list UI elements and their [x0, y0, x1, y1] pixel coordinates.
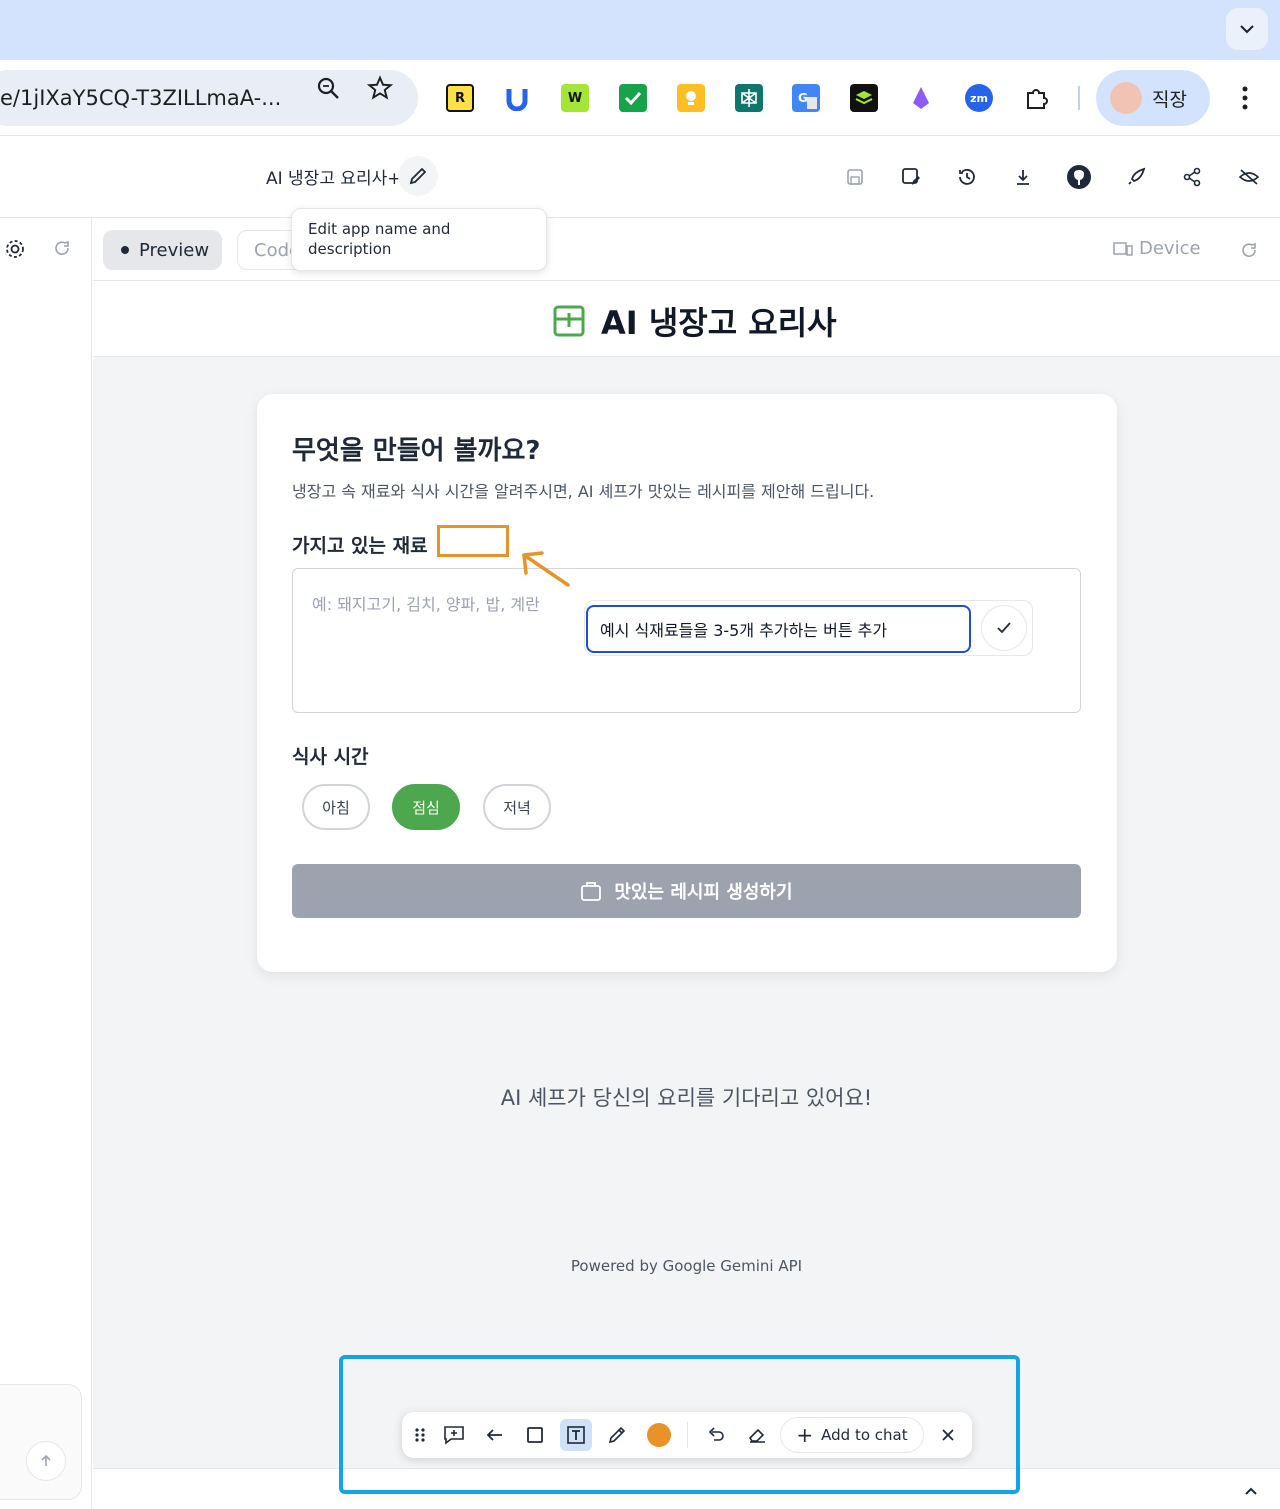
browser-toolbar: e/1jIXaY5CQ-T3ZILLmaA-... R W G zm 직장: [0, 60, 1280, 136]
svg-text:G: G: [798, 91, 808, 105]
powered-by: Powered by Google Gemini API: [570, 1257, 803, 1275]
toolbar-divider: [1078, 86, 1080, 110]
readwise-ext-icon[interactable]: R: [446, 84, 474, 112]
history-icon[interactable]: [954, 164, 980, 190]
app-header: AI 냉장고 요리사+: [0, 136, 1280, 218]
edit-name-tooltip: Edit app name and description: [291, 208, 547, 271]
annotation-toolbar: + Add to chat: [402, 1412, 972, 1458]
annotation-rectangle[interactable]: [437, 525, 509, 557]
url-text: e/1jIXaY5CQ-T3ZILLmaA-...: [0, 86, 282, 110]
gem-ext-icon[interactable]: [907, 84, 935, 112]
zoom-ext-icon[interactable]: zm: [965, 84, 993, 112]
device-button[interactable]: Device: [1113, 238, 1201, 259]
send-button[interactable]: [26, 1441, 66, 1481]
site-title-text: AI 냉장고 요리사: [601, 304, 837, 342]
site-title: AI 냉장고 요리사: [553, 298, 837, 344]
app-title: AI 냉장고 요리사+: [266, 169, 402, 189]
chevron-down-icon: [1240, 25, 1254, 34]
device-icon: [1113, 241, 1133, 256]
extensions-puzzle-icon[interactable]: [1023, 84, 1051, 112]
reload-preview-icon[interactable]: [1239, 240, 1259, 264]
active-dot: [121, 246, 129, 254]
close-icon[interactable]: [932, 1419, 964, 1451]
site-header: AI 냉장고 요리사: [93, 282, 1280, 357]
annotation-comment-input[interactable]: [586, 605, 971, 653]
check-ext-icon[interactable]: [619, 84, 647, 112]
text-tool-icon[interactable]: [560, 1419, 592, 1451]
share-icon[interactable]: [1179, 164, 1205, 190]
toolbar-separator: [687, 1422, 688, 1448]
tab-preview[interactable]: Preview: [103, 230, 222, 270]
ingredients-label: 가지고 있는 재료: [292, 535, 428, 557]
undo-icon[interactable]: [700, 1419, 732, 1451]
u-ext-icon[interactable]: [503, 84, 531, 112]
meal-time-label: 식사 시간: [292, 746, 369, 768]
browser-menu-icon[interactable]: [1232, 84, 1258, 112]
comment-icon[interactable]: [438, 1419, 470, 1451]
annotation-comment-box: [584, 600, 1033, 656]
hide-icon[interactable]: [1236, 164, 1262, 190]
tab-preview-label: Preview: [139, 239, 210, 261]
download-icon[interactable]: [1010, 164, 1036, 190]
edit-app-name-button[interactable]: [398, 156, 438, 196]
google-translate-icon[interactable]: G: [792, 84, 820, 112]
check-icon: [997, 622, 1011, 634]
zoom-search-icon[interactable]: [314, 74, 342, 102]
waiting-message: AI 셰프가 당신의 요리를 기다리고 있어요!: [500, 1086, 873, 1110]
meal-option-breakfast[interactable]: 아침: [302, 784, 370, 830]
add-to-chat-button[interactable]: + Add to chat: [780, 1417, 924, 1453]
rectangle-tool-icon[interactable]: [519, 1419, 551, 1451]
color-picker[interactable]: [647, 1423, 671, 1447]
add-to-chat-label: Add to chat: [821, 1426, 908, 1444]
app-preview: AI 냉장고 요리사 무엇을 만들어 볼까요? 냉장고 속 재료와 식사 시간을…: [93, 282, 1280, 1469]
stack-ext-icon[interactable]: [850, 84, 878, 112]
ingredients-placeholder: 예: 돼지고기, 김치, 양파, 밥, 계란: [312, 595, 540, 614]
profile-button[interactable]: 직장: [1096, 70, 1210, 126]
settings-gear-icon[interactable]: [4, 238, 26, 264]
card-description: 냉장고 속 재료와 식사 시간을 알려주시면, AI 셰프가 맛있는 레시피를 …: [292, 482, 875, 501]
meal-option-dinner[interactable]: 저녁: [483, 784, 551, 830]
drag-handle-icon[interactable]: [404, 1419, 436, 1451]
save-as-icon[interactable]: [898, 164, 924, 190]
tab-search-button[interactable]: [1226, 8, 1268, 50]
deploy-icon[interactable]: [1123, 164, 1149, 190]
perplexity-ext-icon[interactable]: [735, 84, 763, 112]
w-ext-icon[interactable]: W: [561, 84, 589, 112]
bookmark-star-icon[interactable]: [366, 74, 394, 102]
card-heading: 무엇을 만들어 볼까요?: [292, 436, 541, 466]
bulb-ext-icon[interactable]: [677, 84, 705, 112]
profile-name: 직장: [1152, 88, 1187, 111]
eraser-icon[interactable]: [741, 1419, 773, 1451]
bag-icon: [581, 882, 602, 901]
pen-tool-icon[interactable]: [601, 1419, 633, 1451]
preview-toolbar: Preview Code Device: [93, 218, 1280, 281]
recipe-form-card: 무엇을 만들어 볼까요? 냉장고 속 재료와 식사 시간을 알려주시면, AI …: [257, 394, 1117, 972]
meal-option-lunch[interactable]: 점심: [392, 784, 460, 830]
pencil-icon: [409, 167, 427, 185]
address-bar[interactable]: e/1jIXaY5CQ-T3ZILLmaA-...: [0, 70, 418, 126]
fridge-icon: [553, 305, 585, 337]
refresh-icon[interactable]: [52, 238, 72, 262]
tab-strip: [0, 0, 1280, 60]
generate-label: 맛있는 레시피 생성하기: [614, 882, 793, 903]
chevron-up-icon[interactable]: [1244, 1481, 1258, 1500]
annotation-arrow[interactable]: [516, 545, 576, 590]
chat-panel: [0, 218, 92, 1509]
confirm-comment-button[interactable]: [981, 605, 1027, 651]
plus-icon: +: [796, 1423, 814, 1447]
arrow-up-icon: [41, 1454, 51, 1466]
github-icon[interactable]: [1066, 164, 1092, 190]
save-icon[interactable]: [842, 164, 868, 190]
device-label: Device: [1139, 238, 1201, 259]
generate-recipe-button[interactable]: 맛있는 레시피 생성하기: [292, 864, 1081, 918]
avatar: [1110, 82, 1142, 114]
arrow-tool-icon[interactable]: [479, 1419, 511, 1451]
